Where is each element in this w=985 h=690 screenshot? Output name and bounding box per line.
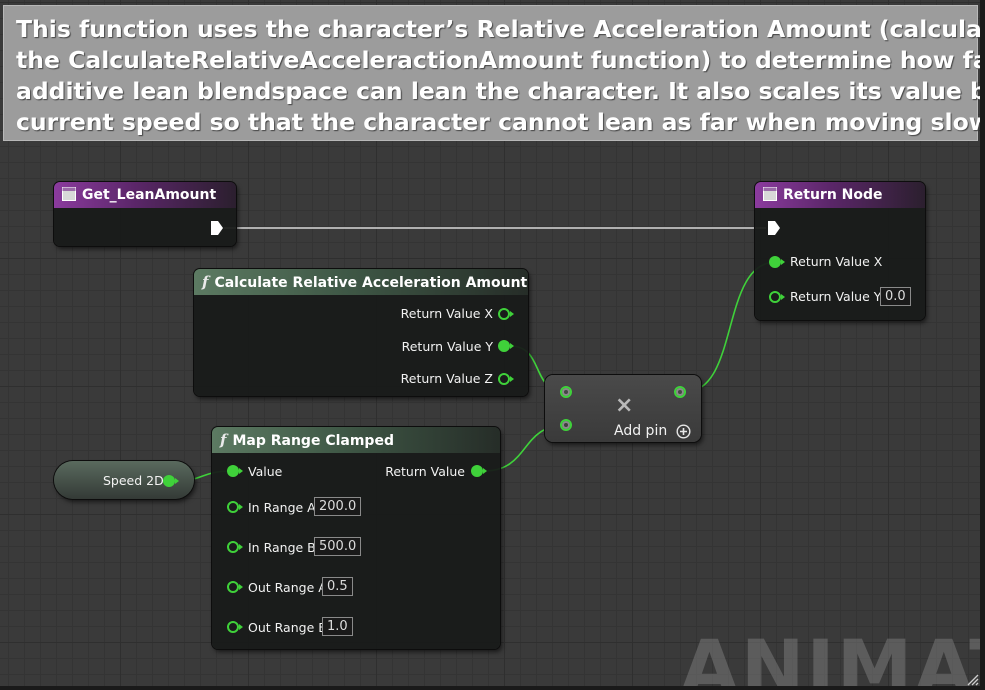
return-value-y-label: Return Value Y — [790, 289, 882, 304]
comment-line: This function uses the character’s Relat… — [16, 15, 985, 43]
return-value-x-label: Return Value X — [790, 254, 883, 269]
in-range-a-input[interactable]: 200.0 — [314, 497, 362, 516]
return-node-header[interactable]: Return Node — [755, 182, 925, 208]
comment-text: This function uses the character’s Relat… — [16, 14, 985, 138]
out-range-b-label: Out Range B — [248, 620, 327, 635]
comment-line: additive lean blendspace can lean the ch… — [16, 77, 985, 105]
calculate-relative-acceleration-header[interactable]: f Calculate Relative Acceleration Amount — [194, 269, 528, 295]
calculate-relative-acceleration-title: Calculate Relative Acceleration Amount — [214, 275, 528, 291]
function-icon: f — [202, 273, 209, 291]
return-value-label: Return Value — [385, 464, 465, 479]
speed-2d-variable-node[interactable]: Speed 2D — [54, 461, 194, 499]
pin-arrow-icon — [483, 468, 487, 474]
entry-node[interactable]: Get_LeanAmount — [54, 182, 236, 246]
pin-arrow-icon — [239, 544, 243, 550]
window-frame-edge — [0, 686, 985, 690]
return-value-pin[interactable] — [471, 465, 483, 477]
value-input-pin[interactable] — [227, 465, 239, 477]
function-entry-icon — [62, 187, 76, 201]
return-value-z-pin[interactable] — [498, 373, 510, 385]
pin-arrow-icon — [781, 294, 785, 300]
pin-arrow-icon — [781, 259, 785, 265]
pin-arrow-icon — [239, 504, 243, 510]
out-range-a-pin[interactable] — [227, 581, 239, 593]
return-value-x-pin[interactable] — [769, 256, 781, 268]
value-label: Value — [248, 464, 283, 479]
comment-box[interactable]: This function uses the character’s Relat… — [3, 5, 985, 141]
watermark: ANIMATIC — [680, 623, 985, 690]
pin-arrow-icon — [239, 468, 243, 474]
return-node[interactable]: Return Node Return Value X Return Value … — [755, 182, 925, 320]
pin-arrow-icon — [510, 311, 514, 317]
multiply-output-pin[interactable] — [674, 386, 686, 398]
multiply-input-b-pin[interactable] — [560, 419, 572, 431]
add-pin-label[interactable]: Add pin — [614, 423, 667, 439]
exec-in-pin[interactable] — [767, 220, 781, 236]
comment-line: current speed so that the character cann… — [16, 108, 985, 136]
in-range-b-input[interactable]: 500.0 — [314, 537, 362, 556]
multiply-symbol: × — [615, 393, 634, 418]
pin-arrow-icon — [175, 478, 179, 484]
blueprint-graph-canvas[interactable]: This function uses the character’s Relat… — [0, 0, 985, 690]
comment-line: the CalculateRelativeAcceleractionAmount… — [16, 46, 985, 74]
resize-grip-icon[interactable] — [965, 672, 979, 686]
out-range-b-pin[interactable] — [227, 621, 239, 633]
calculate-relative-acceleration-node[interactable]: f Calculate Relative Acceleration Amount … — [194, 269, 528, 396]
entry-node-title: Get_LeanAmount — [82, 187, 217, 203]
return-value-y-pin[interactable] — [769, 291, 781, 303]
return-value-y-label: Return Value Y — [401, 339, 493, 354]
map-range-clamped-node[interactable]: f Map Range Clamped Value Return Value In… — [212, 427, 500, 649]
plus-circle-icon[interactable] — [676, 424, 691, 439]
return-value-y-input[interactable]: 0.0 — [880, 287, 911, 306]
window-frame-edge — [980, 0, 985, 690]
function-icon: f — [220, 431, 227, 449]
map-range-clamped-header[interactable]: f Map Range Clamped — [212, 427, 500, 453]
speed-2d-label: Speed 2D — [103, 473, 164, 488]
out-range-a-label: Out Range A — [248, 580, 327, 595]
pin-arrow-icon — [510, 376, 514, 382]
return-value-z-label: Return Value Z — [400, 371, 493, 386]
exec-out-pin[interactable] — [210, 220, 224, 236]
pin-arrow-icon — [239, 624, 243, 630]
multiply-node[interactable]: × Add pin — [545, 375, 701, 442]
return-node-title: Return Node — [783, 187, 883, 203]
pin-arrow-icon — [510, 343, 514, 349]
entry-node-header[interactable]: Get_LeanAmount — [54, 182, 236, 208]
in-range-a-pin[interactable] — [227, 501, 239, 513]
in-range-a-label: In Range A — [248, 500, 316, 515]
in-range-b-label: In Range B — [248, 540, 316, 555]
out-range-a-input[interactable]: 0.5 — [322, 577, 353, 596]
return-value-x-pin[interactable] — [498, 308, 510, 320]
pin-arrow-icon — [239, 584, 243, 590]
return-value-x-label: Return Value X — [400, 306, 493, 321]
multiply-input-a-pin[interactable] — [560, 386, 572, 398]
map-range-clamped-title: Map Range Clamped — [232, 433, 394, 449]
speed-2d-output-pin[interactable] — [163, 475, 175, 487]
function-entry-icon — [763, 187, 777, 201]
return-value-y-pin[interactable] — [498, 340, 510, 352]
out-range-b-input[interactable]: 1.0 — [322, 617, 353, 636]
in-range-b-pin[interactable] — [227, 541, 239, 553]
